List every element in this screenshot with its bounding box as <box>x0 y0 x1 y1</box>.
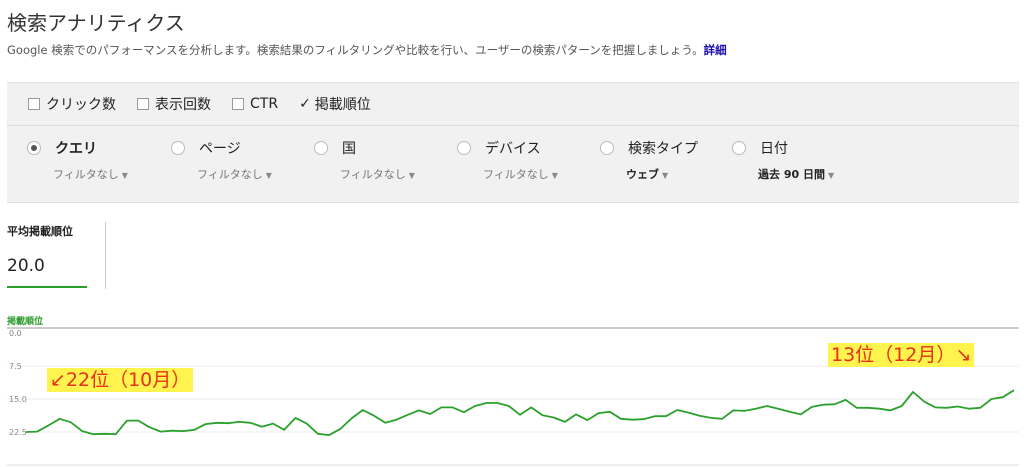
dimension-search-type-filter[interactable]: ウェブ ▼ <box>626 166 698 182</box>
metric-position-label: 掲載順位 <box>314 97 371 113</box>
dimension-query[interactable]: クエリ フィルタなし ▼ <box>27 138 128 182</box>
checkbox-icon[interactable] <box>137 98 149 110</box>
radio-icon[interactable] <box>314 141 328 155</box>
metric-ctr[interactable]: CTR <box>232 96 278 112</box>
metric-clicks[interactable]: クリック数 <box>28 94 116 114</box>
radio-icon[interactable] <box>457 141 471 155</box>
checkbox-icon[interactable] <box>232 98 244 110</box>
description-text: Google 検索でのパフォーマンスを分析します。検索結果のフィルタリングや比較… <box>7 43 704 57</box>
filter-value: ウェブ <box>626 168 659 181</box>
filter-value: フィルタなし <box>197 168 263 181</box>
dimension-device-label: デバイス <box>485 141 541 157</box>
dimension-query-label: クエリ <box>55 141 97 157</box>
dimension-page[interactable]: ページ フィルタなし ▼ <box>171 138 272 182</box>
page-title: 検索アナリティクス <box>7 11 185 35</box>
radio-icon[interactable] <box>732 141 746 155</box>
dimension-page-filter[interactable]: フィルタなし ▼ <box>197 166 272 182</box>
dimension-country-head[interactable]: 国 <box>314 138 415 158</box>
metric-row: クリック数 表示回数 CTR ✓ 掲載順位 <box>7 83 1019 126</box>
caret-down-icon: ▼ <box>827 171 835 180</box>
dimension-country-filter[interactable]: フィルタなし ▼ <box>340 166 415 182</box>
y-tick-label: 15.0 <box>9 395 27 404</box>
summary-value: 20.0 <box>7 256 45 276</box>
metric-impressions[interactable]: 表示回数 <box>137 94 211 114</box>
filter-panel: クリック数 表示回数 CTR ✓ 掲載順位 クエリ フィルタなし ▼ ページ フィ… <box>7 82 1019 203</box>
y-tick-label: 22.5 <box>9 428 27 437</box>
series-line-position <box>25 389 1015 436</box>
summary-divider <box>105 222 106 289</box>
checkbox-icon[interactable] <box>28 98 40 110</box>
dimension-search-type[interactable]: 検索タイプ ウェブ ▼ <box>600 138 698 182</box>
radio-icon[interactable] <box>171 141 185 155</box>
y-tick-label: 7.5 <box>9 362 22 371</box>
dimension-device[interactable]: デバイス フィルタなし ▼ <box>457 138 558 182</box>
dimension-device-filter[interactable]: フィルタなし ▼ <box>483 166 558 182</box>
page-description: Google 検索でのパフォーマンスを分析します。検索結果のフィルタリングや比較… <box>7 42 727 58</box>
dimension-search-type-label: 検索タイプ <box>628 141 698 157</box>
details-link[interactable]: 詳細 <box>704 43 727 57</box>
dimension-date[interactable]: 日付 過去 90 日間 ▼ <box>732 138 834 182</box>
caret-down-icon: ▼ <box>121 171 128 180</box>
dimension-country-label: 国 <box>342 141 356 157</box>
dimension-country[interactable]: 国 フィルタなし ▼ <box>314 138 415 182</box>
caret-down-icon: ▼ <box>408 171 415 180</box>
caret-down-icon: ▼ <box>662 171 669 180</box>
caret-down-icon: ▼ <box>265 171 272 180</box>
metric-impressions-label: 表示回数 <box>155 97 211 113</box>
dimension-device-head[interactable]: デバイス <box>457 138 558 158</box>
metric-clicks-label: クリック数 <box>46 97 116 113</box>
y-tick-label: 0.0 <box>9 329 22 338</box>
dimension-date-filter[interactable]: 過去 90 日間 ▼ <box>758 166 834 182</box>
filter-value: フィルタなし <box>53 168 119 181</box>
radio-icon[interactable] <box>27 141 41 155</box>
dimension-page-label: ページ <box>199 141 241 157</box>
metric-position[interactable]: ✓ 掲載順位 <box>299 94 371 114</box>
summary-label: 平均掲載順位 <box>7 225 73 238</box>
dimension-page-head[interactable]: ページ <box>171 138 272 158</box>
filter-value: フィルタなし <box>340 168 406 181</box>
annotation-start: ↙22位（10月） <box>47 368 194 392</box>
dimension-date-label: 日付 <box>760 141 788 157</box>
annotation-end: 13位（12月）↘ <box>828 343 975 367</box>
dimension-query-head[interactable]: クエリ <box>27 138 128 158</box>
dimension-row: クエリ フィルタなし ▼ ページ フィルタなし ▼ 国 フィルタなし ▼ デバイス フ… <box>7 126 1019 202</box>
dimension-search-type-head[interactable]: 検索タイプ <box>600 138 698 158</box>
caret-down-icon: ▼ <box>551 171 558 180</box>
filter-value: 過去 90 日間 <box>758 168 825 181</box>
dimension-query-filter[interactable]: フィルタなし ▼ <box>53 166 128 182</box>
metric-ctr-label: CTR <box>250 96 279 112</box>
summary-underline <box>7 286 87 288</box>
checkmark-icon[interactable]: ✓ <box>299 96 311 112</box>
radio-icon[interactable] <box>600 141 614 155</box>
dimension-date-head[interactable]: 日付 <box>732 138 834 158</box>
filter-value: フィルタなし <box>483 168 549 181</box>
